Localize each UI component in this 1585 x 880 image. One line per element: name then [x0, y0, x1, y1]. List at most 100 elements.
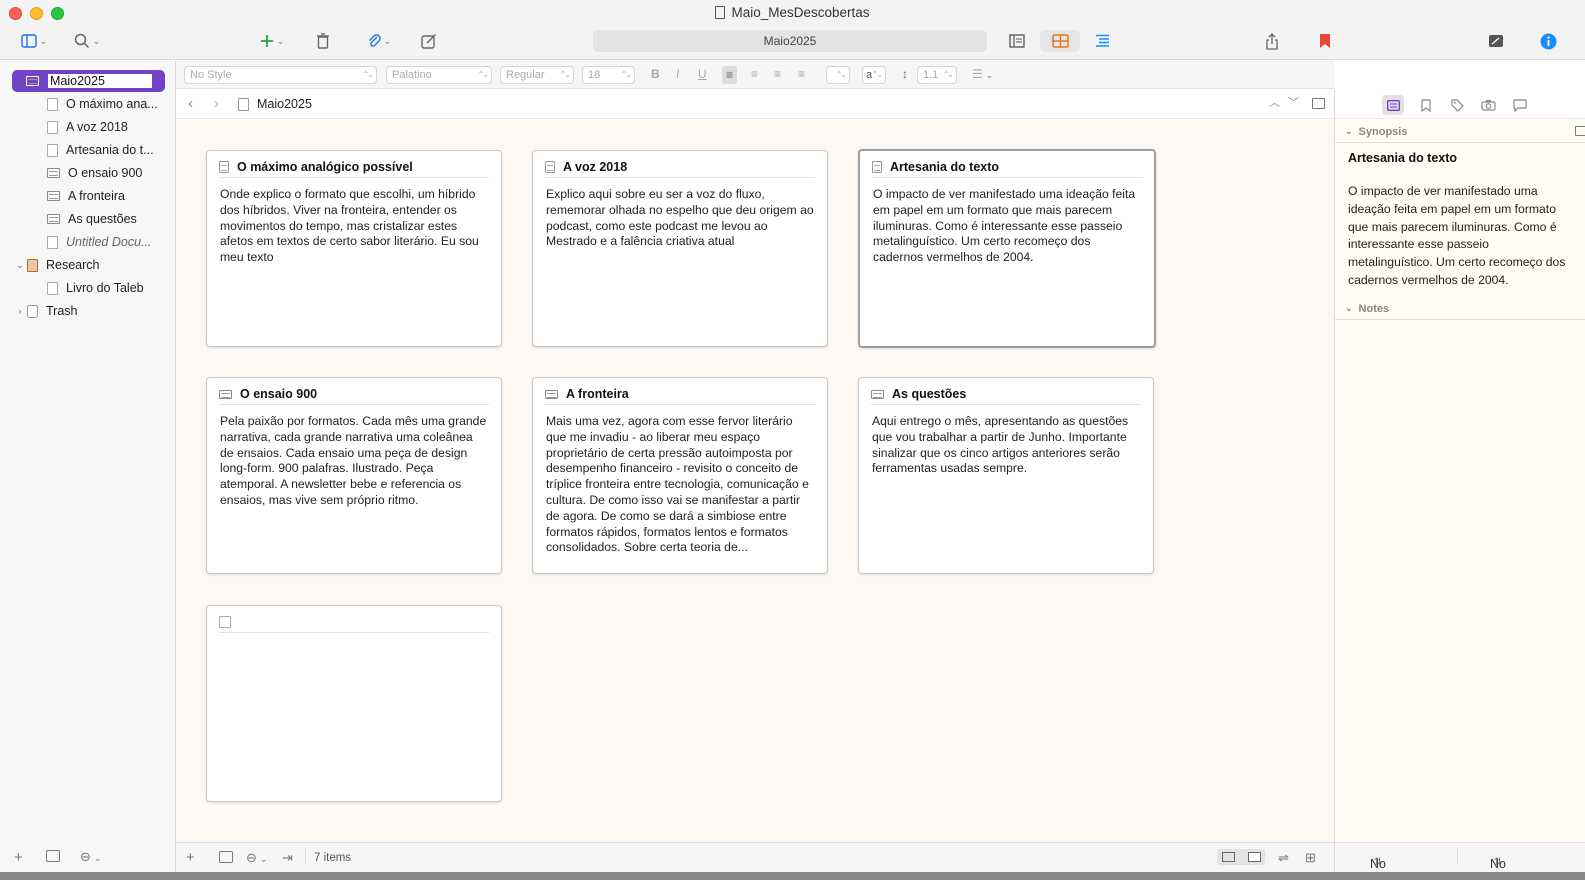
- binder-item[interactable]: Untitled Docu...: [47, 231, 151, 253]
- compose-button[interactable]: [418, 30, 440, 52]
- card-synopsis[interactable]: [220, 642, 489, 789]
- align-center-button[interactable]: ≡: [751, 67, 758, 81]
- card-size-icon[interactable]: ⊞: [1305, 850, 1316, 866]
- card-synopsis[interactable]: Pela paixão por formatos. Cada mês uma g…: [220, 414, 489, 561]
- bold-button[interactable]: B: [651, 67, 660, 81]
- view-mode-button[interactable]: ⌄: [15, 30, 53, 52]
- align-left-button[interactable]: ≡: [722, 66, 738, 84]
- card-title[interactable]: O máximo analógico possível: [237, 160, 413, 174]
- binder-item-maio2025[interactable]: ⌄ Maio2025: [12, 70, 165, 92]
- corkboard-view-button[interactable]: [1040, 30, 1080, 52]
- binder-actions-button[interactable]: ⊖ ⌄: [80, 849, 101, 865]
- binder-item[interactable]: As questões: [47, 208, 137, 230]
- italic-button[interactable]: I: [676, 67, 679, 81]
- attach-button[interactable]: ⌄: [360, 30, 398, 52]
- split-editor-icon[interactable]: [1312, 98, 1325, 109]
- forward-arrow-icon[interactable]: ›: [214, 95, 219, 112]
- chevron-down-icon[interactable]: ﹀: [1288, 94, 1299, 110]
- index-card[interactable]: O ensaio 900 Pela paixão por formatos. C…: [206, 377, 502, 574]
- move-icon[interactable]: ⇥: [282, 850, 293, 866]
- index-card[interactable]: [206, 605, 502, 802]
- text-color-select[interactable]: [826, 66, 850, 84]
- highlight-select[interactable]: a: [862, 66, 886, 84]
- tab-synopsis[interactable]: [1382, 95, 1404, 115]
- rename-field[interactable]: Maio2025: [47, 73, 153, 89]
- list-style-button[interactable]: ☰ ⌄: [972, 67, 993, 81]
- font-weight-select[interactable]: Regular: [500, 66, 574, 84]
- synopsis-text[interactable]: O impacto de ver manifestado uma ideação…: [1348, 183, 1573, 290]
- binder-item[interactable]: Livro do Taleb: [47, 277, 144, 299]
- card-synopsis[interactable]: Explico aqui sobre eu ser a voz do fluxo…: [546, 187, 815, 334]
- binder-item[interactable]: Artesania do t...: [47, 139, 154, 161]
- tab-bookmarks[interactable]: [1415, 95, 1437, 115]
- add-card-button[interactable]: +: [186, 849, 195, 866]
- binder-item[interactable]: A voz 2018: [47, 116, 128, 138]
- card-synopsis[interactable]: Mais uma vez, agora com esse fervor lite…: [546, 414, 815, 561]
- chevron-right-icon[interactable]: ›: [13, 306, 27, 316]
- font-family-select[interactable]: Palatino: [386, 66, 492, 84]
- binder-item-trash[interactable]: › Trash: [13, 300, 78, 322]
- chevron-down-icon[interactable]: ⌄: [12, 76, 26, 87]
- card-synopsis[interactable]: O impacto de ver manifestado uma ideação…: [873, 187, 1142, 334]
- tab-metadata[interactable]: [1446, 95, 1468, 115]
- back-arrow-icon[interactable]: ‹: [188, 95, 193, 112]
- binder-item[interactable]: A fronteira: [47, 185, 125, 207]
- bookmark-button[interactable]: [1314, 30, 1336, 52]
- underline-button[interactable]: U: [698, 67, 707, 81]
- index-card-icon: [47, 214, 60, 224]
- synopsis-section-header[interactable]: ⌄ Synopsis: [1335, 121, 1585, 143]
- camera-icon: [1480, 100, 1496, 111]
- corkboard-options-icon[interactable]: ⇌: [1278, 850, 1289, 866]
- card-title[interactable]: A voz 2018: [563, 160, 627, 174]
- synopsis-label: Synopsis: [1358, 125, 1408, 138]
- share-button[interactable]: [1261, 30, 1283, 52]
- index-card[interactable]: A voz 2018 Explico aqui sobre eu ser a v…: [532, 150, 828, 347]
- location-bar[interactable]: Maio2025: [593, 30, 987, 52]
- align-right-button[interactable]: ≡: [774, 67, 781, 81]
- card-synopsis[interactable]: Aqui entrego o mês, apresentando as ques…: [872, 414, 1141, 561]
- align-left-icon: ≡: [726, 68, 734, 82]
- card-title[interactable]: O ensaio 900: [240, 387, 317, 401]
- inspector-panel: ⌄ Synopsis Artesania do texto O impacto d…: [1334, 90, 1585, 872]
- paragraph-style-select[interactable]: No Style: [184, 66, 377, 84]
- index-card[interactable]: O máximo analógico possível Onde explico…: [206, 150, 502, 347]
- scrivenings-view-button[interactable]: [1006, 30, 1028, 52]
- justify-button[interactable]: ≡: [798, 67, 805, 81]
- binder-sidebar: ⌄ Maio2025 O máximo ana... A voz 2018 Ar…: [0, 61, 176, 872]
- card-title[interactable]: Artesania do texto: [890, 160, 999, 174]
- chevron-up-icon[interactable]: ︿: [1269, 94, 1280, 110]
- binder-item-research[interactable]: ⌄ Research: [13, 254, 99, 276]
- binder-item[interactable]: O máximo ana...: [47, 93, 158, 115]
- editor-header: ‹ › Maio2025 ︿ ﹀: [176, 90, 1334, 119]
- binder-item[interactable]: O ensaio 900: [47, 162, 142, 184]
- inspector-footer: No Label⇅ No Status⇅: [1335, 842, 1585, 872]
- index-card[interactable]: As questões Aqui entrego o mês, apresent…: [858, 377, 1154, 574]
- index-card[interactable]: A fronteira Mais uma vez, agora com esse…: [532, 377, 828, 574]
- card-title[interactable]: As questões: [892, 387, 966, 401]
- card-synopsis[interactable]: Onde explico o formato que escolhi, um h…: [220, 187, 489, 334]
- add-document-button[interactable]: ⌄: [253, 30, 291, 52]
- outliner-view-button[interactable]: [1091, 30, 1113, 52]
- search-button[interactable]: ⌄: [68, 30, 106, 52]
- notes-section-header[interactable]: ⌄ Notes: [1335, 298, 1585, 320]
- chevron-down-icon: ⌄: [1345, 126, 1353, 136]
- composition-mode-button[interactable]: [1485, 30, 1507, 52]
- chevron-down-icon[interactable]: ⌄: [13, 260, 27, 271]
- delete-button[interactable]: [312, 30, 334, 52]
- inspector-toggle-button[interactable]: [1537, 30, 1559, 52]
- line-spacing-select[interactable]: 1.1: [917, 66, 957, 84]
- font-size-select[interactable]: 18: [582, 66, 635, 84]
- grid-icon: [1222, 852, 1235, 862]
- index-card-selected[interactable]: Artesania do texto O impacto de ver mani…: [858, 149, 1156, 348]
- card-title[interactable]: A fronteira: [566, 387, 629, 401]
- image-icon[interactable]: [1575, 126, 1585, 136]
- tab-snapshots[interactable]: [1477, 95, 1499, 115]
- add-folder-icon[interactable]: [46, 850, 60, 862]
- bookmark-icon: [1320, 34, 1330, 48]
- add-folder-icon[interactable]: [219, 851, 233, 863]
- synopsis-title[interactable]: Artesania do texto: [1348, 151, 1457, 165]
- tab-comments[interactable]: [1509, 95, 1531, 115]
- card-actions-button[interactable]: ⊖ ⌄: [246, 850, 267, 866]
- add-item-button[interactable]: +: [14, 849, 23, 866]
- items-count: 7 items: [314, 851, 352, 864]
